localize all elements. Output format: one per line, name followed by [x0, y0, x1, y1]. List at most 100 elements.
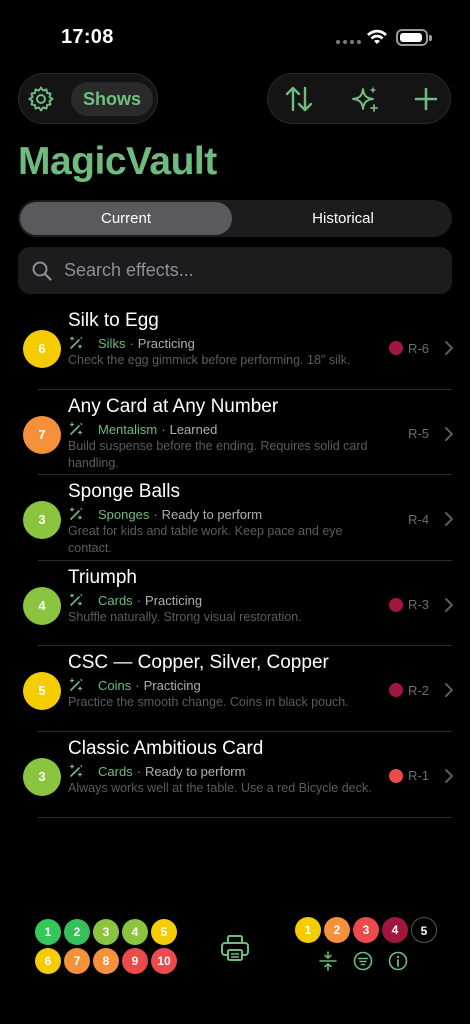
rating-marker — [389, 597, 404, 612]
segment-historical[interactable]: Historical — [236, 202, 450, 235]
effect-meta: Cards · Ready to perform — [68, 764, 245, 779]
search-icon — [32, 261, 52, 281]
effect-meta: Mentalism · Learned — [68, 422, 217, 437]
status-bar: 17:08 — [0, 0, 470, 60]
row-trailing: R-5 — [408, 426, 454, 442]
rating-level-chip[interactable]: 5 — [411, 917, 437, 943]
chevron-right-icon — [445, 426, 453, 441]
effect-title: Triumph — [68, 566, 137, 588]
meta-separator: · — [129, 336, 134, 351]
effect-note: Shuffle naturally. Strong visual restora… — [68, 609, 302, 624]
chevron-right-icon — [445, 683, 453, 698]
meta-separator: · — [135, 678, 140, 694]
row-divider — [38, 816, 452, 818]
filter-icon[interactable] — [353, 951, 373, 971]
rating-level-chip[interactable]: 1 — [295, 917, 321, 943]
difficulty-badge: 4 — [23, 586, 61, 625]
segment-current[interactable]: Current — [20, 202, 232, 235]
difficulty-level-chip[interactable]: 3 — [93, 919, 119, 945]
toolbar-right-group — [267, 73, 451, 124]
effect-note: Build suspense before the ending. Requir… — [68, 438, 368, 470]
effect-meta: Coins · Practicing — [68, 678, 201, 693]
effect-code: R-1 — [408, 768, 429, 784]
gear-icon[interactable] — [27, 85, 55, 113]
compress-icon[interactable] — [318, 951, 338, 971]
effect-code: R-4 — [408, 511, 429, 527]
effect-code: R-2 — [408, 682, 429, 698]
rating-legend: 12345 — [295, 917, 437, 943]
row-trailing: R-2 — [389, 682, 454, 698]
difficulty-level-chip[interactable]: 5 — [151, 919, 177, 945]
wand-icon — [69, 593, 83, 606]
wifi-icon — [367, 29, 387, 44]
difficulty-level-chip[interactable]: 4 — [122, 919, 148, 945]
chevron-right-icon — [445, 597, 453, 612]
effect-note: Always works well at the table. Use a re… — [68, 780, 372, 795]
search-placeholder: Search effects... — [64, 260, 194, 280]
difficulty-badge: 5 — [23, 672, 61, 711]
effect-category: Cards — [98, 763, 133, 779]
difficulty-level-chip[interactable]: 7 — [64, 948, 90, 974]
rating-level-chip[interactable]: 4 — [382, 917, 408, 943]
info-icon[interactable] — [388, 951, 408, 971]
effect-category: Silks — [98, 336, 126, 351]
sort-icon[interactable] — [284, 84, 314, 114]
bottom-actions — [318, 951, 408, 971]
wand-icon — [69, 507, 83, 520]
row-trailing: R-6 — [389, 340, 454, 356]
effect-code: R-3 — [408, 597, 429, 613]
wand-icon — [69, 336, 83, 349]
difficulty-level-chip[interactable]: 9 — [122, 948, 148, 974]
rating-level-chip[interactable]: 3 — [353, 917, 379, 943]
effect-row[interactable]: 5 CSC — Copper, Silver, Copper Coins · Pra… — [0, 646, 470, 732]
add-icon[interactable] — [411, 84, 441, 114]
effect-row[interactable]: 3 Sponge Balls Sponges · Ready to perform … — [0, 475, 470, 561]
status-time: 17:08 — [61, 26, 114, 48]
difficulty-badge: 3 — [23, 757, 61, 796]
effect-status: Practicing — [145, 592, 203, 608]
chevron-right-icon — [445, 341, 453, 355]
difficulty-legend: 1 2 3 4 5 6 7 8 9 10 — [35, 919, 180, 974]
effect-status: Practicing — [137, 336, 195, 351]
search-field[interactable]: Search effects... — [18, 247, 452, 294]
difficulty-level-chip[interactable]: 1 — [35, 919, 61, 945]
shows-button[interactable]: Shows — [71, 82, 153, 116]
difficulty-badge: 3 — [23, 501, 61, 540]
effect-row[interactable]: 3 Classic Ambitious Card Cards · Ready to … — [0, 732, 470, 818]
difficulty-level-chip[interactable]: 10 — [151, 948, 177, 974]
printer-icon[interactable] — [220, 934, 250, 962]
difficulty-badge: 6 — [23, 330, 61, 368]
effect-title: Sponge Balls — [68, 481, 180, 503]
chevron-right-icon — [445, 768, 453, 783]
effect-row[interactable]: 7 Any Card at Any Number Mentalism · Learn… — [0, 390, 470, 476]
rating-level-chip[interactable]: 2 — [324, 917, 350, 943]
difficulty-level-chip[interactable]: 8 — [93, 948, 119, 974]
effect-status: Ready to perform — [145, 763, 246, 779]
effect-title: Any Card at Any Number — [68, 395, 279, 417]
effect-title: CSC — Copper, Silver, Copper — [68, 652, 329, 674]
meta-separator: · — [136, 592, 142, 608]
rating-marker — [389, 341, 404, 355]
difficulty-level-chip[interactable]: 6 — [35, 948, 61, 974]
meta-separator: · — [161, 421, 166, 437]
wand-icon — [69, 764, 83, 777]
rating-marker — [389, 683, 404, 698]
difficulty-badge: 7 — [23, 415, 61, 454]
effect-category: Mentalism — [98, 421, 158, 437]
effect-meta: Cards · Practicing — [68, 593, 202, 608]
sparkles-icon[interactable] — [350, 84, 380, 114]
battery-icon — [396, 29, 432, 46]
effect-meta: Silks · Practicing — [68, 336, 195, 351]
rating-marker — [389, 768, 404, 783]
meta-separator: · — [136, 763, 142, 779]
page-title: MagicVault — [18, 140, 217, 183]
row-trailing: R-4 — [408, 511, 454, 527]
segmented-control: Current Historical — [18, 200, 452, 237]
effect-row[interactable]: 4 Triumph Cards · Practicing Shuffle natur… — [0, 561, 470, 647]
effect-code: R-6 — [408, 340, 429, 356]
effect-row[interactable]: 6 Silk to Egg Silks · Practicing Check the… — [0, 304, 470, 390]
effect-code: R-5 — [408, 426, 429, 442]
wand-icon — [69, 421, 83, 435]
effect-status: Learned — [169, 421, 218, 437]
difficulty-level-chip[interactable]: 2 — [64, 919, 90, 945]
